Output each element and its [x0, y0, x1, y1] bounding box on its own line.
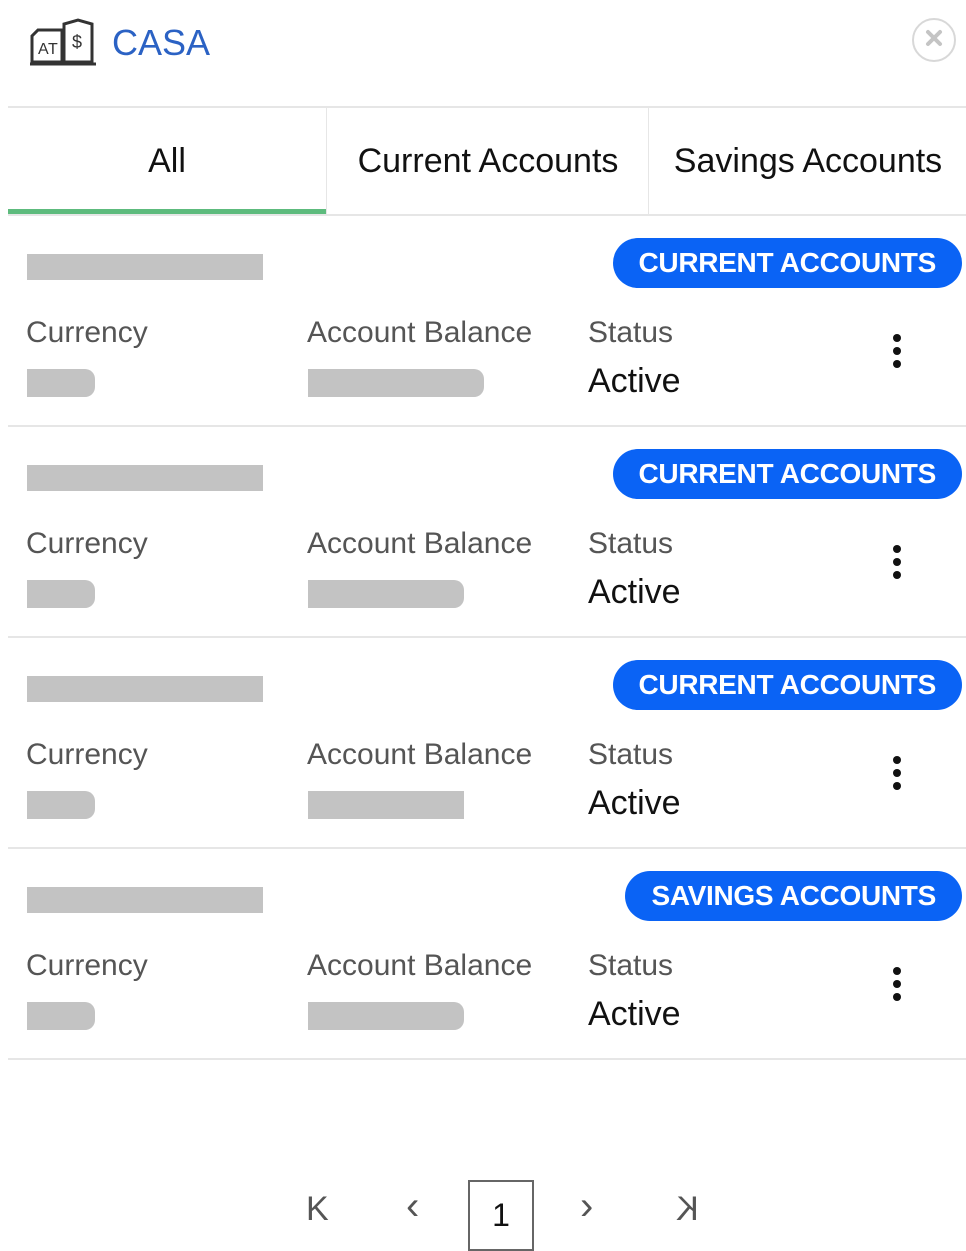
account-card[interactable]: SAVINGS ACCOUNTS Currency Account Balanc…	[8, 849, 966, 1060]
account-type-badge: SAVINGS ACCOUNTS	[625, 871, 962, 921]
status-value: Active	[588, 362, 681, 400]
page-title: CASA	[112, 22, 211, 63]
current-page-button[interactable]: 1	[468, 1180, 534, 1251]
status-label: Status	[588, 316, 674, 349]
close-button[interactable]	[912, 18, 956, 62]
more-options-icon[interactable]	[884, 967, 910, 1007]
currency-label: Currency	[26, 949, 148, 982]
pagination: K ‹ 1 › K	[0, 1180, 966, 1251]
next-page-icon[interactable]: ›	[580, 1184, 593, 1229]
balance-label: Account Balance	[307, 738, 533, 771]
account-number-redacted	[27, 887, 263, 913]
account-list: CURRENT ACCOUNTS Currency Account Balanc…	[8, 216, 966, 1060]
header: A T $ CASA	[0, 0, 966, 100]
account-number-redacted	[27, 676, 263, 702]
account-type-badge: CURRENT ACCOUNTS	[612, 238, 962, 288]
balance-value-redacted	[308, 791, 464, 819]
currency-label: Currency	[26, 738, 148, 771]
tab-current-accounts[interactable]: Current Accounts	[326, 108, 649, 214]
tab-all[interactable]: All	[8, 108, 326, 214]
active-tab-indicator	[8, 209, 326, 214]
status-label: Status	[588, 949, 674, 982]
bank-building-icon: A T $	[28, 18, 98, 68]
balance-value-redacted	[308, 369, 484, 397]
previous-page-icon[interactable]: ‹	[406, 1184, 419, 1229]
balance-label: Account Balance	[307, 949, 533, 982]
svg-text:T: T	[48, 41, 58, 58]
balance-label: Account Balance	[307, 527, 533, 560]
status-value: Active	[588, 573, 681, 611]
first-page-icon[interactable]: K	[306, 1190, 329, 1229]
balance-value-redacted	[308, 580, 464, 608]
status-label: Status	[588, 527, 674, 560]
account-number-redacted	[27, 465, 263, 491]
close-icon	[924, 28, 944, 53]
account-type-badge: CURRENT ACCOUNTS	[612, 660, 962, 710]
currency-label: Currency	[26, 316, 148, 349]
last-page-icon[interactable]: K	[676, 1190, 699, 1229]
status-label: Status	[588, 738, 674, 771]
currency-value-redacted	[27, 791, 95, 819]
status-value: Active	[588, 784, 681, 822]
more-options-icon[interactable]	[884, 756, 910, 796]
account-card[interactable]: CURRENT ACCOUNTS Currency Account Balanc…	[8, 427, 966, 638]
svg-text:$: $	[72, 32, 82, 52]
account-card[interactable]: CURRENT ACCOUNTS Currency Account Balanc…	[8, 638, 966, 849]
more-options-icon[interactable]	[884, 334, 910, 374]
currency-value-redacted	[27, 580, 95, 608]
balance-label: Account Balance	[307, 316, 533, 349]
tab-savings-accounts[interactable]: Savings Accounts	[648, 108, 966, 214]
status-value: Active	[588, 995, 681, 1033]
account-number-redacted	[27, 254, 263, 280]
account-type-badge: CURRENT ACCOUNTS	[612, 449, 962, 499]
currency-value-redacted	[27, 1002, 95, 1030]
currency-label: Currency	[26, 527, 148, 560]
account-type-tabs: All Current Accounts Savings Accounts	[8, 106, 966, 216]
balance-value-redacted	[308, 1002, 464, 1030]
account-card[interactable]: CURRENT ACCOUNTS Currency Account Balanc…	[8, 216, 966, 427]
more-options-icon[interactable]	[884, 545, 910, 585]
currency-value-redacted	[27, 369, 95, 397]
